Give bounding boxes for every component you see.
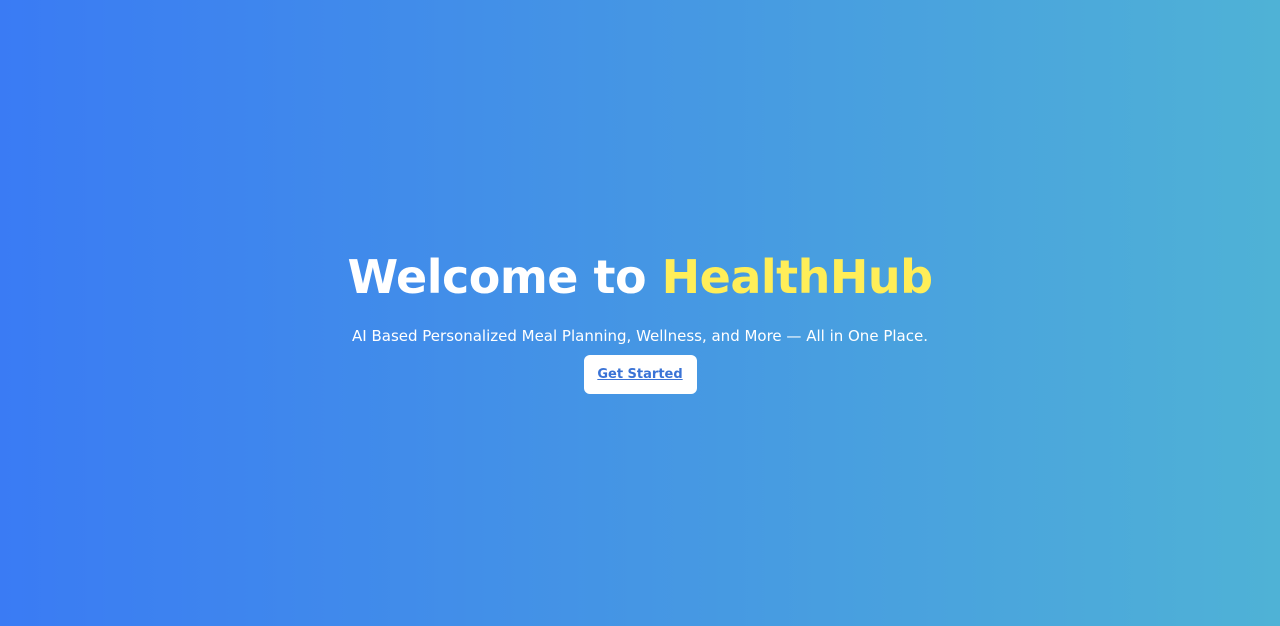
hero-subtitle: AI Based Personalized Meal Planning, Wel… (352, 327, 928, 345)
get-started-button[interactable]: Get Started (583, 355, 697, 394)
hero-title-prefix: Welcome to (347, 250, 662, 304)
brand-name: HealthHub (661, 250, 933, 304)
hero-title: Welcome to HealthHub (347, 248, 933, 306)
hero-section: Welcome to HealthHub AI Based Personaliz… (0, 0, 1280, 626)
